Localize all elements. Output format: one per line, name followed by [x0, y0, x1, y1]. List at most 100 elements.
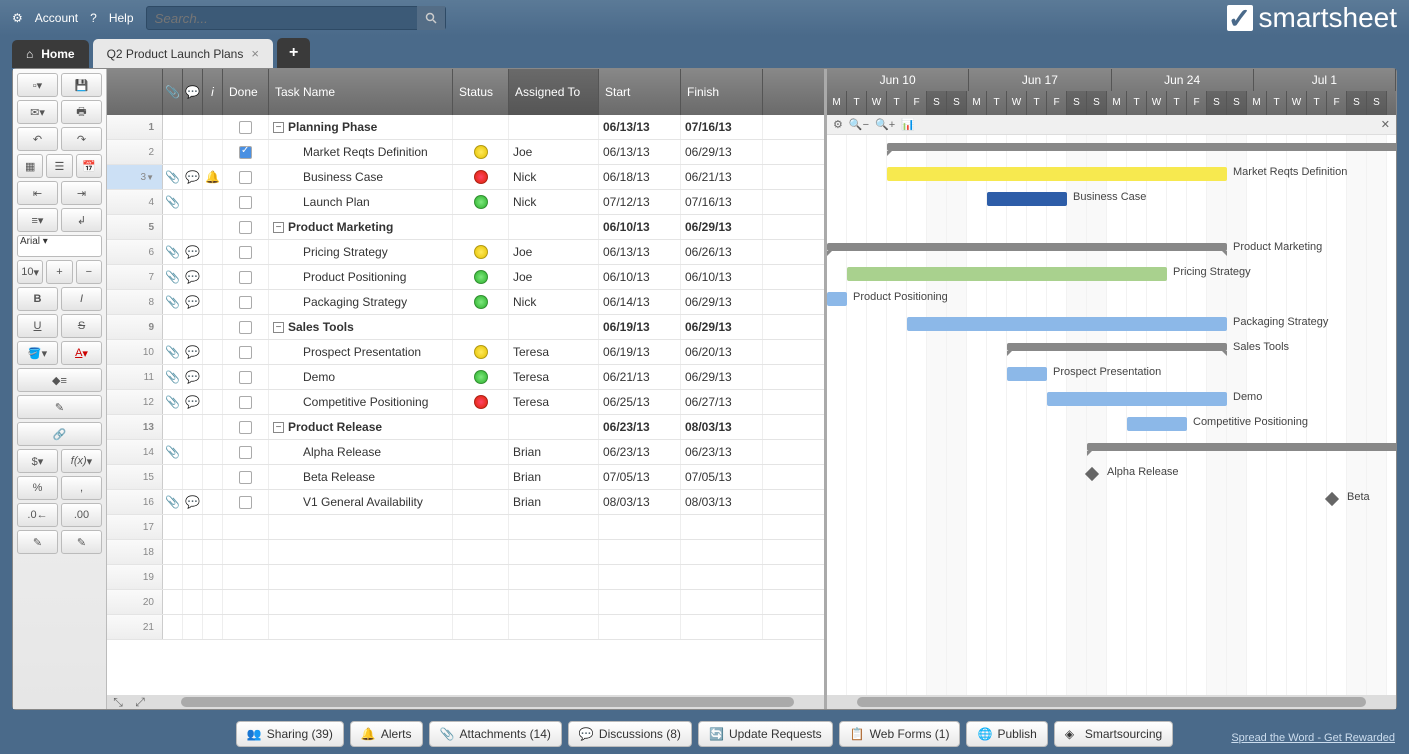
search-input[interactable]	[147, 11, 417, 26]
highlight-button[interactable]: ✎	[17, 395, 102, 419]
new-button[interactable]: ▫▾	[17, 73, 58, 97]
gear-icon[interactable]: ⚙	[833, 118, 843, 131]
table-row[interactable]: 13−Product Release06/23/1308/03/13	[107, 415, 824, 440]
discussions-button[interactable]: 💬Discussions (8)	[568, 721, 692, 747]
clear-fmt-button[interactable]: ✎	[17, 530, 58, 554]
table-row[interactable]: 11📎💬DemoTeresa06/21/1306/29/13	[107, 365, 824, 390]
h-scrollbar[interactable]: ⤡ ⤢	[107, 695, 824, 709]
fontsize-select[interactable]: 10▾	[17, 260, 43, 284]
grid-view-button[interactable]: ▦	[17, 154, 43, 178]
account-link[interactable]: Account	[35, 11, 78, 25]
comma-button[interactable]: ,	[61, 476, 102, 500]
discussion-icon[interactable]: 💬	[183, 69, 203, 115]
currency-button[interactable]: $▾	[17, 449, 58, 473]
chart-icon[interactable]: 📊	[901, 118, 915, 131]
tab-bar: ⌂ Home Q2 Product Launch Plans × +	[0, 36, 1409, 68]
attachments-button[interactable]: 📎Attachments (14)	[429, 721, 562, 747]
table-row[interactable]: 12📎💬Competitive PositioningTeresa06/25/1…	[107, 390, 824, 415]
gantt-scrollbar[interactable]	[827, 695, 1396, 709]
save-button[interactable]: 💾	[61, 73, 102, 97]
smartsourcing-button[interactable]: ◈Smartsourcing	[1054, 721, 1173, 747]
table-row[interactable]: 20	[107, 590, 824, 615]
web-forms-button[interactable]: 📋Web Forms (1)	[839, 721, 961, 747]
workspace: ▫▾💾 ✉▾🖶 ↶↷ ▦☰📅 ⇤⇥ ≡▾↲ Arial ▾ 10▾+− BI U…	[12, 68, 1397, 710]
table-row[interactable]: 15Beta ReleaseBrian07/05/1307/05/13	[107, 465, 824, 490]
people-icon: 👥	[247, 727, 261, 741]
help-link[interactable]: Help	[109, 11, 134, 25]
gantt-view-button[interactable]: ☰	[46, 154, 72, 178]
status-bar: 👥Sharing (39) 🔔Alerts 📎Attachments (14) …	[12, 718, 1397, 750]
table-row[interactable]: 1−Planning Phase06/13/1307/16/13	[107, 115, 824, 140]
zoom-in-icon[interactable]: 🔍+	[875, 118, 895, 131]
indent-button[interactable]: ⇥	[61, 181, 102, 205]
wrap-button[interactable]: ↲	[61, 208, 102, 232]
table-row[interactable]: 21	[107, 615, 824, 640]
tab-home[interactable]: ⌂ Home	[12, 40, 89, 68]
zoom-out-icon[interactable]: 🔍−	[849, 118, 869, 131]
inc-font-button[interactable]: +	[46, 260, 72, 284]
redo-button[interactable]: ↷	[61, 127, 102, 151]
table-row[interactable]: 3 ▼📎💬🔔Business CaseNick06/18/1306/21/13	[107, 165, 824, 190]
table-row[interactable]: 5−Product Marketing06/10/1306/29/13	[107, 215, 824, 240]
attach-icon[interactable]: 📎	[163, 69, 183, 115]
table-row[interactable]: 17	[107, 515, 824, 540]
undo-button[interactable]: ↶	[17, 127, 58, 151]
align-button[interactable]: ≡▾	[17, 208, 58, 232]
table-row[interactable]: 9−Sales Tools06/19/1306/29/13	[107, 315, 824, 340]
grid-body[interactable]: 1−Planning Phase06/13/1307/16/132Market …	[107, 115, 824, 695]
table-row[interactable]: 4📎Launch PlanNick07/12/1307/16/13	[107, 190, 824, 215]
close-icon[interactable]: ×	[251, 46, 259, 61]
col-assigned[interactable]: Assigned To	[509, 69, 599, 115]
col-done[interactable]: Done	[223, 69, 269, 115]
info-icon[interactable]: i	[203, 69, 223, 115]
dec-dec-button[interactable]: .0←	[17, 503, 58, 527]
percent-button[interactable]: %	[17, 476, 58, 500]
alerts-button[interactable]: 🔔Alerts	[350, 721, 423, 747]
help-icon: ?	[90, 11, 97, 25]
print-button[interactable]: 🖶	[61, 100, 102, 124]
sharing-button[interactable]: 👥Sharing (39)	[236, 721, 344, 747]
table-row[interactable]: 16📎💬V1 General AvailabilityBrian08/03/13…	[107, 490, 824, 515]
tab-sheet[interactable]: Q2 Product Launch Plans ×	[93, 39, 273, 68]
col-task[interactable]: Task Name	[269, 69, 453, 115]
fill-button[interactable]: 🪣▾	[17, 341, 58, 365]
inc-dec-button[interactable]: .00	[61, 503, 102, 527]
col-status[interactable]: Status	[453, 69, 509, 115]
update-requests-button[interactable]: 🔄Update Requests	[698, 721, 833, 747]
paint-fmt-button[interactable]: ✎	[61, 530, 102, 554]
close-icon[interactable]: ✕	[1381, 118, 1390, 131]
search-button[interactable]	[417, 6, 445, 30]
col-finish[interactable]: Finish	[681, 69, 763, 115]
publish-button[interactable]: 🌐Publish	[966, 721, 1047, 747]
table-row[interactable]: 6📎💬Pricing StrategyJoe06/13/1306/26/13	[107, 240, 824, 265]
col-start[interactable]: Start	[599, 69, 681, 115]
tab-add[interactable]: +	[277, 38, 310, 68]
table-row[interactable]: 19	[107, 565, 824, 590]
table-row[interactable]: 18	[107, 540, 824, 565]
mail-button[interactable]: ✉▾	[17, 100, 58, 124]
bell-icon: 🔔	[361, 727, 375, 741]
expand-icon[interactable]: ⤢	[129, 695, 151, 709]
table-row[interactable]: 8📎💬Packaging StrategyNick06/14/1306/29/1…	[107, 290, 824, 315]
table-row[interactable]: 10📎💬Prospect PresentationTeresa06/19/130…	[107, 340, 824, 365]
table-row[interactable]: 7📎💬Product PositioningJoe06/10/1306/10/1…	[107, 265, 824, 290]
footer-link[interactable]: Spread the Word - Get Rewarded	[1231, 732, 1395, 744]
underline-button[interactable]: U	[17, 314, 58, 338]
italic-button[interactable]: I	[61, 287, 102, 311]
strike-button[interactable]: S	[61, 314, 102, 338]
font-select[interactable]: Arial ▾	[17, 235, 102, 257]
formula-button[interactable]: f(x)▾	[61, 449, 102, 473]
dec-font-button[interactable]: −	[76, 260, 102, 284]
outdent-button[interactable]: ⇤	[17, 181, 58, 205]
table-row[interactable]: 14📎Alpha ReleaseBrian06/23/1306/23/13	[107, 440, 824, 465]
gantt-body[interactable]: Market Reqts DefinitionBusiness CaseProd…	[827, 135, 1396, 695]
cal-view-button[interactable]: 📅	[76, 154, 102, 178]
form-icon: 📋	[850, 727, 864, 741]
link-button[interactable]: 🔗	[17, 422, 102, 446]
collapse-icon[interactable]: ⤡	[107, 695, 129, 709]
table-row[interactable]: 2Market Reqts DefinitionJoe06/13/1306/29…	[107, 140, 824, 165]
cond-format-button[interactable]: ◆≡	[17, 368, 102, 392]
topbar: ⚙ Account ? Help ✓ smartsheet	[0, 0, 1409, 36]
textcolor-button[interactable]: A▾	[61, 341, 102, 365]
bold-button[interactable]: B	[17, 287, 58, 311]
